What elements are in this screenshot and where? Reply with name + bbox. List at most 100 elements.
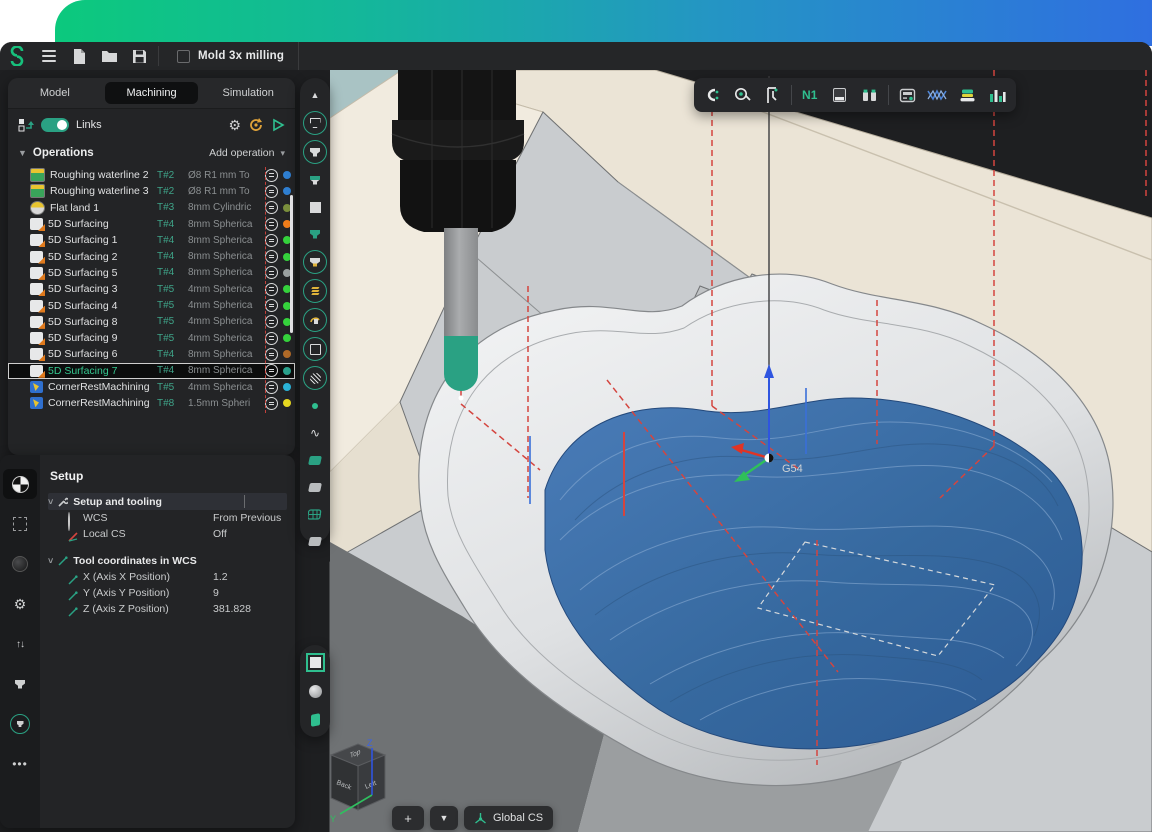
operation-status-icon[interactable] [265, 266, 278, 279]
more-tools-button[interactable]: ••• [3, 749, 37, 779]
head-visibility-button[interactable] [303, 140, 327, 164]
operation-status-icon[interactable] [265, 315, 278, 328]
operation-status-icon[interactable] [265, 169, 278, 182]
plane-display-button[interactable] [304, 530, 326, 552]
machine-visibility-button[interactable] [303, 111, 327, 135]
chevron-down-icon[interactable]: ▼ [18, 148, 27, 158]
operation-row[interactable]: CornerRestMachiningT#54mm Spherica [8, 379, 295, 395]
operation-row[interactable]: 5D Surfacing 5T#48mm Spherica [8, 265, 295, 281]
links-toggle[interactable] [41, 118, 69, 132]
operation-status-icon[interactable] [265, 348, 278, 361]
document-tab[interactable]: Mold 3x milling [163, 42, 299, 70]
selection-tool-button[interactable] [3, 509, 37, 539]
setup-row[interactable]: Z (Axis Z Position)381.828 [48, 601, 287, 617]
operation-row[interactable]: Roughing waterline 3T#2Ø8 R1 mm To [8, 183, 295, 199]
operations-scrollbar[interactable] [290, 195, 293, 333]
point-display-button[interactable] [304, 395, 326, 417]
zoom-fit-button[interactable] [304, 652, 326, 674]
orbit-button[interactable] [304, 680, 326, 702]
tab-simulation[interactable]: Simulation [201, 82, 295, 104]
operation-status-icon[interactable] [265, 283, 278, 296]
settings-tool-button[interactable]: ⚙ [3, 589, 37, 619]
curve-display-button[interactable]: ∿ [304, 422, 326, 444]
add-cs-button[interactable]: + [392, 806, 424, 830]
tool-definition-button[interactable] [3, 669, 37, 699]
tool-in-circle-button[interactable] [3, 709, 37, 739]
statistics-button[interactable] [986, 83, 1010, 107]
save-button[interactable] [124, 45, 154, 67]
solid-model-button[interactable] [303, 337, 327, 361]
operation-row[interactable]: 5D Surfacing 6T#48mm Spherica [8, 346, 295, 362]
stock-compare-button[interactable] [828, 83, 852, 107]
operation-status-icon[interactable] [265, 332, 278, 345]
sort-tool-button[interactable]: ↑↓ [3, 629, 37, 659]
operation-status-icon[interactable] [265, 381, 278, 394]
operation-color-dot[interactable] [283, 383, 291, 391]
thread-button[interactable] [303, 279, 327, 303]
global-cs-button[interactable]: Global CS [464, 806, 553, 830]
operation-color-dot[interactable] [283, 334, 291, 342]
play-icon[interactable] [271, 118, 285, 132]
orientation-button[interactable] [304, 709, 326, 731]
setup-row-value[interactable]: From Previous [213, 512, 287, 524]
operation-row[interactable]: 5D Surfacing 9T#54mm Spherica [8, 330, 295, 346]
operation-status-icon[interactable] [265, 364, 278, 377]
settings-gear-icon[interactable]: ⚙ [228, 117, 241, 134]
operation-status-icon[interactable] [265, 185, 278, 198]
tool-list-button[interactable] [858, 83, 882, 107]
setup-row[interactable]: X (Axis X Position)1.2 [48, 569, 287, 585]
operation-row[interactable]: 5D Surfacing 8T#54mm Spherica [8, 314, 295, 330]
surface-gray-button[interactable] [304, 476, 326, 498]
operation-row[interactable]: 5D SurfacingT#48mm Spherica [8, 216, 295, 232]
wcs-tool-button[interactable] [3, 469, 37, 499]
nc-program-button[interactable]: N1 [798, 83, 822, 107]
holder-visibility-button[interactable] [304, 223, 326, 245]
operation-row[interactable]: 5D Surfacing 1T#48mm Spherica [8, 232, 295, 248]
operation-status-icon[interactable] [265, 201, 278, 214]
stock-tool-button[interactable] [3, 549, 37, 579]
setup-row-value[interactable]: 1.2 [213, 571, 287, 583]
surface-display-button[interactable] [304, 449, 326, 471]
new-file-button[interactable] [64, 45, 94, 67]
collapse-strip-button[interactable]: ▲ [304, 84, 326, 106]
open-file-button[interactable] [94, 45, 124, 67]
setup-row-value[interactable]: Off [213, 528, 287, 540]
machine-setup-button[interactable] [700, 83, 724, 107]
regenerate-icon[interactable] [248, 117, 264, 133]
operation-status-icon[interactable] [265, 218, 278, 231]
tab-model[interactable]: Model [8, 82, 102, 104]
setup-row-value[interactable]: 9 [213, 587, 287, 599]
cs-dropdown-button[interactable]: ▼ [430, 806, 458, 830]
operation-row[interactable]: CornerRestMachining 1T#81.5mm Spheri [8, 395, 295, 411]
layers-button[interactable] [956, 83, 980, 107]
toolpath-display-button[interactable] [925, 83, 949, 107]
setup-row[interactable]: WCSFrom Previous [48, 510, 287, 526]
measure-button[interactable] [730, 83, 754, 107]
operation-status-icon[interactable] [265, 397, 278, 410]
operation-status-icon[interactable] [265, 299, 278, 312]
operation-color-dot[interactable] [283, 399, 291, 407]
setup-row[interactable]: Local CSOff [48, 526, 287, 542]
operation-row[interactable]: 5D Surfacing 3T#54mm Spherica [8, 281, 295, 297]
operation-row[interactable]: Roughing waterline 2T#2Ø8 R1 mm To [8, 167, 295, 183]
operation-row[interactable]: Flat land 1T#38mm Cylindric [8, 200, 295, 216]
tool-tip-button[interactable] [303, 250, 327, 274]
rotary-button[interactable] [303, 308, 327, 332]
stock-visibility-button[interactable] [304, 196, 326, 218]
add-operation-button[interactable]: Add operation ▾ [209, 147, 285, 159]
tool-visibility-button[interactable] [304, 169, 326, 191]
main-menu-button[interactable] [34, 45, 64, 67]
operation-color-dot[interactable] [283, 367, 291, 375]
operation-row[interactable]: 5D Surfacing 4T#54mm Spherica [8, 297, 295, 313]
control-panel-button[interactable] [895, 83, 919, 107]
tab-machining[interactable]: Machining [105, 82, 199, 104]
setup-group-header[interactable]: ˅Setup and tooling [48, 493, 287, 510]
caliper-button[interactable] [760, 83, 784, 107]
operation-row[interactable]: 5D Surfacing 2T#48mm Spherica [8, 248, 295, 264]
setup-group-header[interactable]: ˅Tool coordinates in WCS [48, 552, 287, 569]
setup-row[interactable]: Y (Axis Y Position)9 [48, 585, 287, 601]
operation-row[interactable]: 5D Surfacing 7T#48mm Spherica [8, 363, 295, 379]
operation-color-dot[interactable] [283, 171, 291, 179]
operation-color-dot[interactable] [283, 350, 291, 358]
mesh-display-button[interactable] [304, 503, 326, 525]
